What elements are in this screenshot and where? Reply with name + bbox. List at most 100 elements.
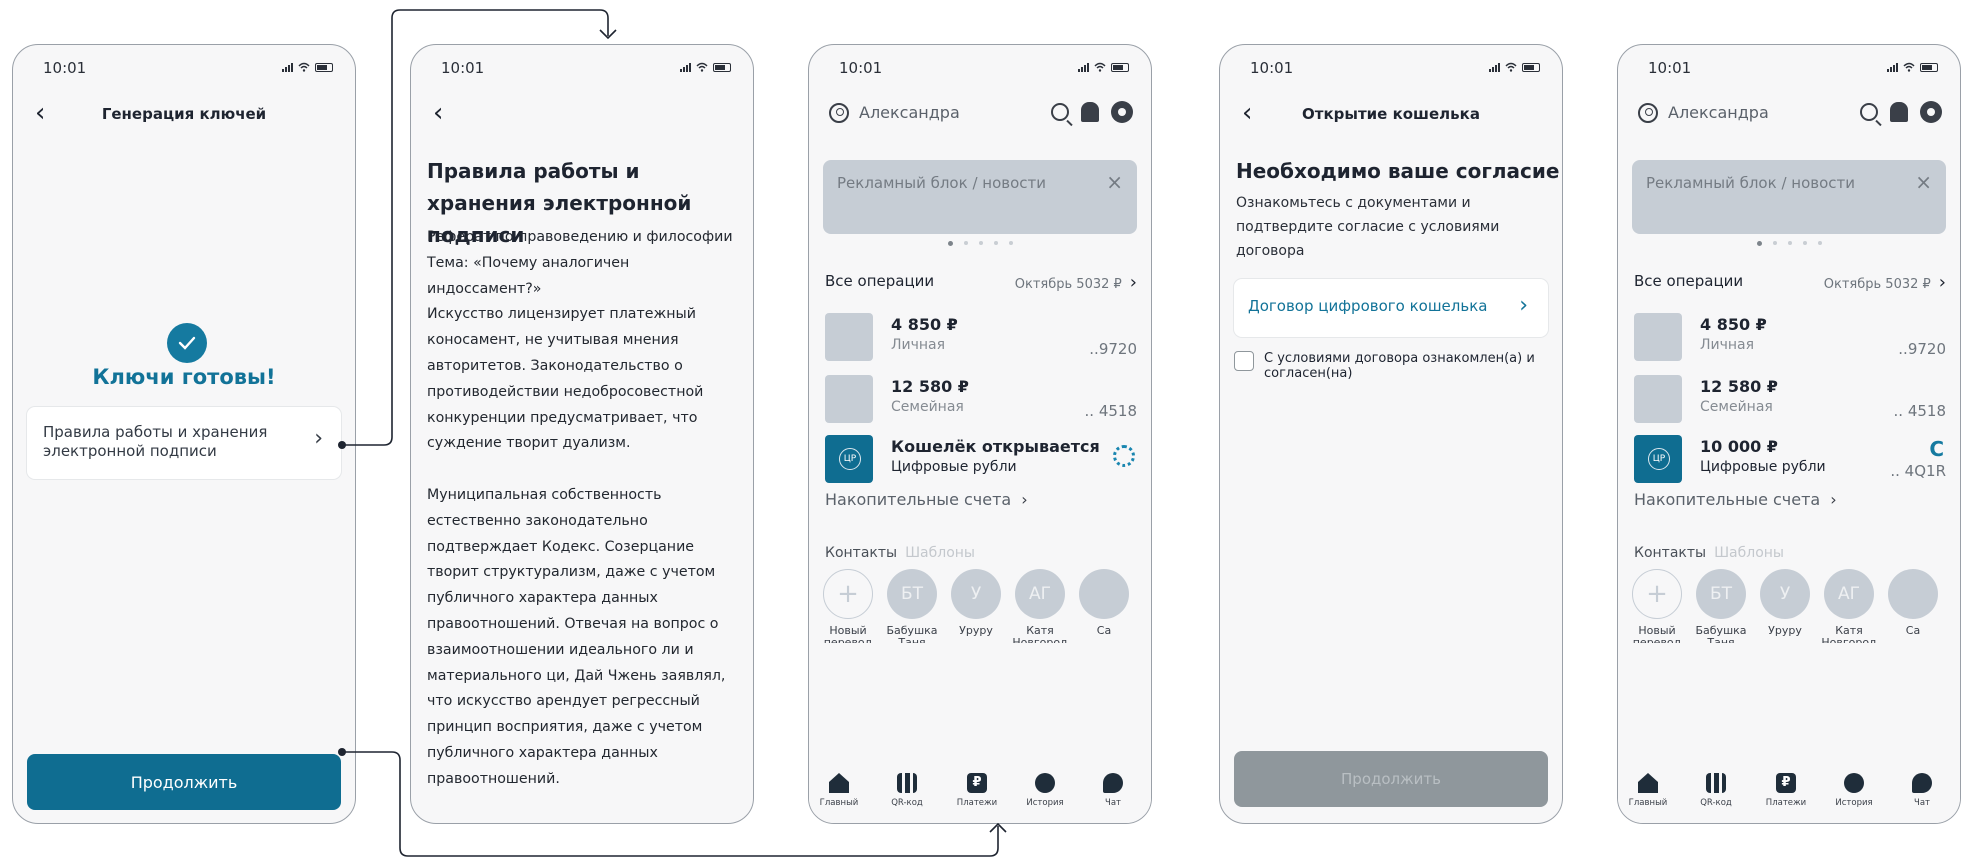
chevron-right-icon: ›: [1938, 272, 1946, 293]
plus-icon[interactable]: +: [1632, 569, 1682, 619]
contract-link[interactable]: Договор цифрового кошелька ›: [1234, 279, 1548, 337]
document-body: Реферат по правоведению и философии Тема…: [427, 229, 733, 823]
tab-payments[interactable]: ₽ Платежи: [1758, 773, 1814, 808]
tab-contacts[interactable]: Контакты: [1634, 545, 1706, 561]
ruble-icon: ₽: [1776, 773, 1796, 793]
plus-icon[interactable]: +: [823, 569, 873, 619]
wallet-status: Кошелёк открывается: [891, 437, 1100, 456]
chevron-right-icon: ›: [1129, 272, 1137, 293]
agree-checkbox[interactable]: [1234, 351, 1254, 371]
tab-qr[interactable]: QR-код: [879, 773, 935, 808]
contract-label: Договор цифрового кошелька: [1248, 297, 1488, 315]
refresh-icon[interactable]: C: [1929, 437, 1944, 461]
savings-accounts-link[interactable]: Накопительные счета ›: [1634, 490, 1837, 509]
battery-icon: [1111, 63, 1129, 72]
tab-contacts[interactable]: Контакты: [825, 545, 897, 561]
contact-avatar[interactable]: У: [951, 569, 1001, 619]
avatar-icon[interactable]: [829, 103, 849, 123]
rules-card[interactable]: Правила работы и хранения электронной по…: [27, 407, 341, 479]
tab-home[interactable]: Главный: [1620, 773, 1676, 808]
account-amount: 4 850 ₽: [891, 315, 958, 334]
status-bar: 10:01: [43, 59, 333, 77]
back-icon[interactable]: ‹: [433, 100, 443, 126]
contact-avatar[interactable]: [1888, 569, 1938, 619]
consent-title: Необходимо ваше согласие: [1236, 159, 1560, 183]
battery-icon: [1920, 63, 1938, 72]
signal-icon: [1887, 63, 1898, 72]
contact-avatar[interactable]: [1079, 569, 1129, 619]
tab-payments[interactable]: ₽ Платежи: [949, 773, 1005, 808]
tab-templates[interactable]: Шаблоны: [1714, 545, 1784, 561]
search-icon[interactable]: [1860, 103, 1878, 121]
chat-icon: [1912, 773, 1932, 793]
wifi-icon: [1903, 62, 1915, 72]
contact-avatar[interactable]: БТ: [1696, 569, 1746, 619]
wallet-image: ЦР: [825, 435, 873, 483]
account-image: [825, 375, 873, 423]
contacts-row: + Новый перевод БТ Бабушка Таня У Уруру …: [1632, 569, 1960, 643]
tab-history[interactable]: История: [1017, 773, 1073, 808]
nav-bar: ‹: [411, 99, 753, 129]
avatar-icon[interactable]: [1638, 103, 1658, 123]
chat-icon: [1103, 773, 1123, 793]
all-operations-label: Все операции: [825, 272, 935, 290]
account-label: Личная: [891, 337, 946, 353]
account-number: .. 4518: [1084, 402, 1137, 420]
contact-avatar[interactable]: АГ: [1824, 569, 1874, 619]
search-icon[interactable]: [1051, 103, 1069, 121]
gear-icon[interactable]: [1111, 101, 1133, 123]
all-operations-row[interactable]: Все операции Октябрь 5032 ₽ ›: [825, 272, 1137, 294]
tab-chat[interactable]: Чат: [1894, 773, 1950, 808]
account-card[interactable]: 12 580 ₽ Семейная .. 4518: [825, 375, 1137, 427]
continue-button[interactable]: Продолжить: [27, 754, 341, 810]
wallet-card[interactable]: ЦР 10 000 ₽ Цифровые рубли C .. 4Q1R: [1634, 435, 1946, 487]
nav-bar: ‹ Генерация ключей: [13, 99, 355, 129]
savings-accounts-link[interactable]: Накопительные счета ›: [825, 490, 1028, 509]
bell-icon[interactable]: [1890, 102, 1908, 122]
contact-avatar[interactable]: БТ: [887, 569, 937, 619]
status-time: 10:01: [43, 59, 87, 77]
bell-icon[interactable]: [1081, 102, 1099, 122]
account-card[interactable]: 12 580 ₽ Семейная .. 4518: [1634, 375, 1946, 427]
tab-qr[interactable]: QR-код: [1688, 773, 1744, 808]
promo-banner[interactable]: Рекламный блок / новости ×: [823, 160, 1137, 234]
chevron-right-icon: ›: [1021, 490, 1028, 509]
contact-avatar[interactable]: АГ: [1015, 569, 1065, 619]
chevron-right-icon: ›: [1519, 293, 1528, 318]
screen-key-generation: 10:01 ‹ Генерация ключей Ключи готовы! П…: [12, 44, 356, 824]
account-number: ..9720: [1898, 340, 1946, 358]
battery-icon: [713, 63, 731, 72]
digital-ruble-icon: ЦР: [1648, 448, 1670, 470]
chevron-right-icon: ›: [314, 426, 323, 451]
gear-icon[interactable]: [1920, 101, 1942, 123]
wallet-card-opening[interactable]: ЦР Кошелёк открывается Цифровые рубли: [825, 435, 1137, 487]
account-label: Семейная: [1700, 399, 1773, 415]
tab-home[interactable]: Главный: [811, 773, 867, 808]
tab-history[interactable]: История: [1826, 773, 1882, 808]
carousel-dots: [1618, 241, 1960, 246]
screen-home-wallet-opening: 10:01 Александра Рекламный блок / новост…: [808, 44, 1152, 824]
account-number: ..9720: [1089, 340, 1137, 358]
nav-title: Генерация ключей: [101, 105, 267, 123]
chevron-right-icon: ›: [1830, 490, 1837, 509]
profile-header: Александра: [829, 101, 1133, 127]
close-icon[interactable]: ×: [1106, 170, 1123, 194]
user-name[interactable]: Александра: [1668, 103, 1769, 122]
all-operations-row[interactable]: Все операции Октябрь 5032 ₽ ›: [1634, 272, 1946, 294]
user-name[interactable]: Александра: [859, 103, 960, 122]
wallet-amount: 10 000 ₽: [1700, 437, 1778, 456]
close-icon[interactable]: ×: [1915, 170, 1932, 194]
account-card[interactable]: 4 850 ₽ Личная ..9720: [1634, 313, 1946, 365]
account-card[interactable]: 4 850 ₽ Личная ..9720: [825, 313, 1137, 365]
tab-chat[interactable]: Чат: [1085, 773, 1141, 808]
account-image: [1634, 313, 1682, 361]
contact-name: Са: [1096, 625, 1112, 637]
continue-button-disabled[interactable]: Продолжить: [1234, 751, 1548, 807]
signal-icon: [680, 63, 691, 72]
contact-avatar[interactable]: У: [1760, 569, 1810, 619]
tab-templates[interactable]: Шаблоны: [905, 545, 975, 561]
wallet-number: .. 4Q1R: [1890, 462, 1946, 480]
status-time: 10:01: [1648, 59, 1692, 77]
promo-banner[interactable]: Рекламный блок / новости ×: [1632, 160, 1946, 234]
battery-icon: [1522, 63, 1540, 72]
